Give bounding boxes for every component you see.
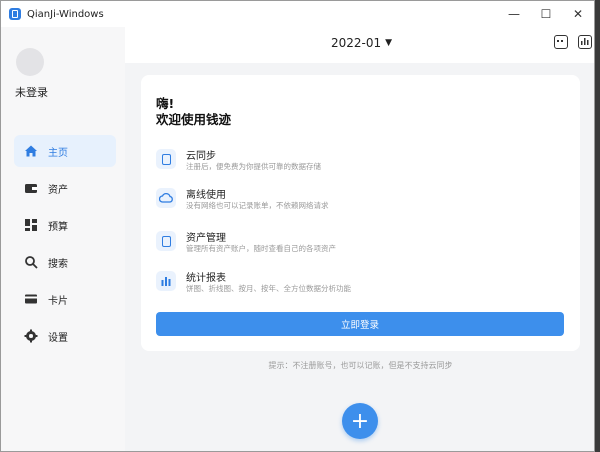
feature-desc: 管理所有资产账户，随时查看自己的各项资产 — [186, 244, 336, 253]
sidebar-item-settings[interactable]: 设置 — [14, 320, 116, 352]
sidebar-item-label: 搜索 — [48, 258, 68, 270]
feature-title: 统计报表 — [186, 273, 226, 284]
feature-desc: 饼图、折线图、按月、按年、全方位数据分析功能 — [186, 284, 351, 293]
window-controls: — ☐ ✕ — [498, 1, 594, 27]
gear-icon — [24, 329, 38, 343]
login-button[interactable]: 立即登录 — [156, 312, 564, 336]
desktop-background — [595, 0, 600, 452]
sidebar-item-label: 主页 — [48, 147, 68, 159]
app-logo-icon — [9, 8, 21, 20]
cloud-offline-icon — [156, 188, 176, 208]
top-bar: 2022-01 ▼ — [125, 27, 594, 63]
add-record-button[interactable]: + — [342, 403, 378, 439]
maximize-button[interactable]: ☐ — [530, 1, 562, 27]
feature-title: 离线使用 — [186, 190, 226, 201]
sidebar-item-budget[interactable]: 预算 — [14, 209, 116, 241]
chevron-down-icon: ▼ — [385, 38, 393, 48]
sidebar-item-label: 设置 — [48, 332, 68, 344]
close-button[interactable]: ✕ — [562, 1, 594, 27]
wallet-icon — [24, 181, 38, 195]
user-status-label[interactable]: 未登录 — [15, 84, 48, 100]
calendar-icon[interactable] — [554, 35, 568, 49]
app-window: QianJi-Windows — ☐ ✕ 未登录 主页 资产 预算 搜索 卡片 … — [0, 0, 595, 452]
feature-cloud-sync: 云同步 注册后，便免费为你提供可靠的数据存储 — [156, 147, 556, 175]
report-icon — [156, 271, 176, 291]
grid-icon — [24, 218, 38, 232]
sidebar-item-label: 预算 — [48, 221, 68, 233]
avatar[interactable] — [16, 48, 44, 76]
minimize-button[interactable]: — — [498, 1, 530, 27]
feature-desc: 注册后，便免费为你提供可靠的数据存储 — [186, 162, 321, 171]
title-bar[interactable]: QianJi-Windows — ☐ ✕ — [1, 1, 594, 27]
feature-desc: 没有网络也可以记录账单，不依赖网络请求 — [186, 201, 329, 210]
asset-icon — [156, 231, 176, 251]
feature-asset-management: 资产管理 管理所有资产账户，随时查看自己的各项资产 — [156, 229, 556, 257]
sidebar-item-label: 资产 — [48, 184, 68, 196]
sidebar-item-assets[interactable]: 资产 — [14, 172, 116, 204]
month-label: 2022-01 — [331, 36, 382, 50]
month-selector[interactable]: 2022-01 ▼ — [331, 36, 392, 50]
feature-offline: 离线使用 没有网络也可以记录账单，不依赖网络请求 — [156, 186, 556, 214]
sidebar-item-home[interactable]: 主页 — [14, 135, 116, 167]
feature-title: 资产管理 — [186, 233, 226, 244]
card-icon — [24, 292, 38, 306]
search-icon — [24, 255, 38, 269]
sidebar-nav: 主页 资产 预算 搜索 卡片 设置 — [14, 135, 116, 357]
feature-title: 云同步 — [186, 151, 216, 162]
main-content: 2022-01 ▼ 嗨! 欢迎使用钱迹 云同步 注册后，便免费为你提供可靠的数据… — [125, 27, 594, 451]
welcome-card: 嗨! 欢迎使用钱迹 云同步 注册后，便免费为你提供可靠的数据存储 离线使用 没有… — [141, 75, 580, 351]
chart-icon[interactable] — [578, 35, 592, 49]
welcome-title: 欢迎使用钱迹 — [156, 112, 232, 127]
feature-reports: 统计报表 饼图、折线图、按月、按年、全方位数据分析功能 — [156, 269, 556, 297]
sidebar: 未登录 主页 资产 预算 搜索 卡片 设置 — [1, 27, 125, 451]
sidebar-item-search[interactable]: 搜索 — [14, 246, 116, 278]
hint-text: 提示：不注册账号，也可以记账，但是不支持云同步 — [268, 361, 453, 370]
sync-icon — [156, 149, 176, 169]
top-actions — [554, 35, 592, 49]
home-icon — [24, 144, 38, 158]
sidebar-item-label: 卡片 — [48, 295, 68, 307]
window-title: QianJi-Windows — [27, 8, 104, 20]
sidebar-item-cards[interactable]: 卡片 — [14, 283, 116, 315]
